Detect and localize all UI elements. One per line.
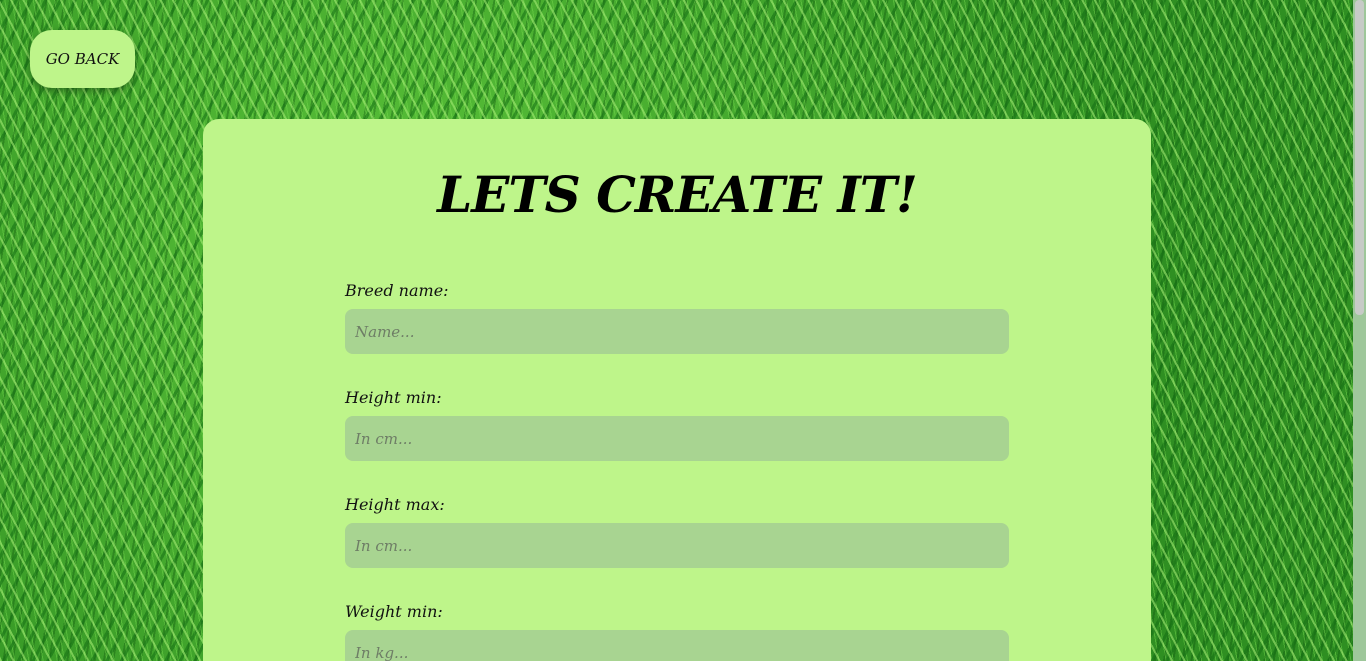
field-height-max: Height max: — [345, 495, 1009, 568]
field-height-min: Height min: — [345, 388, 1009, 461]
breed-name-input[interactable] — [345, 309, 1009, 354]
height-min-input[interactable] — [345, 416, 1009, 461]
scrollbar-thumb[interactable] — [1355, 0, 1364, 315]
weight-min-label: Weight min: — [345, 602, 443, 621]
field-weight-min: Weight min: — [345, 602, 1009, 661]
breed-name-label: Breed name: — [345, 281, 449, 300]
height-max-input[interactable] — [345, 523, 1009, 568]
go-back-button[interactable]: GO BACK — [30, 30, 135, 88]
height-min-label: Height min: — [345, 388, 442, 407]
page-scrollbar[interactable] — [1353, 0, 1366, 661]
height-max-label: Height max: — [345, 495, 445, 514]
create-breed-card: LETS CREATE IT! Breed name: Height min: … — [203, 119, 1151, 661]
weight-min-input[interactable] — [345, 630, 1009, 661]
page-title: LETS CREATE IT! — [437, 165, 918, 224]
field-breed-name: Breed name: — [345, 281, 1009, 354]
